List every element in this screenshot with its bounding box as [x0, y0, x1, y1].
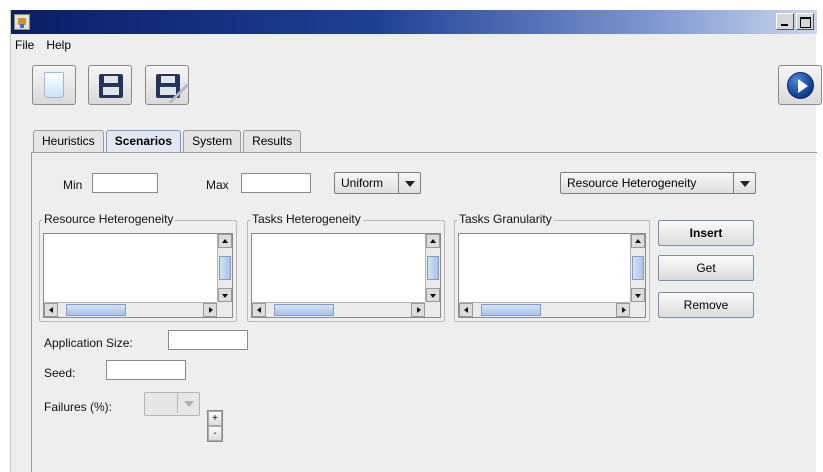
open-button[interactable]	[32, 65, 76, 105]
target-parameter-select[interactable]: Resource Heterogeneity	[560, 172, 756, 194]
minimize-button[interactable]	[776, 13, 794, 30]
seed-label: Seed:	[44, 366, 76, 380]
title-bar	[11, 10, 817, 34]
menu-file[interactable]: File	[15, 38, 34, 56]
app-icon	[14, 14, 30, 30]
increment-button[interactable]: +	[208, 411, 222, 426]
scroll-down-arrow-icon[interactable]	[426, 288, 440, 302]
scroll-right-arrow-icon[interactable]	[411, 303, 425, 317]
decrement-button[interactable]: -	[208, 426, 222, 441]
scroll-down-arrow-icon[interactable]	[631, 288, 645, 302]
tasks-heterogeneity-title: Tasks Heterogeneity	[250, 212, 363, 226]
scroll-thumb[interactable]	[274, 304, 334, 316]
scroll-up-arrow-icon[interactable]	[631, 234, 645, 248]
tasks-granularity-title: Tasks Granularity	[457, 212, 554, 226]
horizontal-scrollbar[interactable]	[252, 302, 425, 317]
tasks-granularity-group: Tasks Granularity	[454, 212, 650, 322]
failures-label: Failures (%):	[44, 400, 113, 414]
insert-button[interactable]: Insert	[658, 220, 754, 246]
scroll-down-arrow-icon[interactable]	[218, 288, 232, 302]
max-input[interactable]	[241, 173, 311, 193]
scroll-left-arrow-icon[interactable]	[252, 303, 266, 317]
failures-select[interactable]	[144, 392, 200, 416]
resource-heterogeneity-title: Resource Heterogeneity	[42, 212, 176, 226]
tasks-granularity-list[interactable]	[458, 233, 646, 318]
max-label: Max	[206, 178, 229, 192]
scroll-corner	[217, 302, 232, 317]
tab-heuristics[interactable]: Heuristics	[33, 130, 104, 152]
distribution-select-value: Uniform	[341, 176, 384, 190]
resource-heterogeneity-group: Resource Heterogeneity	[39, 212, 237, 322]
distribution-select[interactable]: Uniform	[334, 172, 421, 194]
menu-help[interactable]: Help	[46, 38, 71, 56]
scroll-right-arrow-icon[interactable]	[203, 303, 217, 317]
scroll-left-arrow-icon[interactable]	[44, 303, 58, 317]
run-button[interactable]	[778, 65, 822, 105]
vertical-scrollbar[interactable]	[217, 234, 232, 302]
scroll-corner	[630, 302, 645, 317]
scroll-thumb[interactable]	[219, 256, 231, 280]
vertical-scrollbar[interactable]	[425, 234, 440, 302]
horizontal-scrollbar[interactable]	[459, 302, 630, 317]
horizontal-scrollbar[interactable]	[44, 302, 217, 317]
min-label: Min	[63, 178, 83, 192]
tab-scenarios[interactable]: Scenarios	[105, 130, 182, 153]
min-input[interactable]	[92, 173, 158, 193]
open-file-icon	[44, 72, 64, 98]
scroll-thumb[interactable]	[66, 304, 126, 316]
application-size-label: Application Size:	[44, 336, 133, 350]
save-as-icon	[156, 74, 190, 104]
failures-spinner[interactable]: + -	[207, 410, 223, 442]
menu-bar: File Help	[11, 38, 71, 56]
vertical-scrollbar[interactable]	[630, 234, 645, 302]
tab-system[interactable]: System	[183, 130, 242, 152]
seed-input[interactable]	[106, 360, 186, 380]
scroll-right-arrow-icon[interactable]	[616, 303, 630, 317]
scroll-thumb[interactable]	[481, 304, 541, 316]
chevron-down-icon	[398, 173, 420, 193]
maximize-button[interactable]	[796, 13, 814, 30]
remove-button[interactable]: Remove	[658, 292, 754, 318]
scroll-corner	[425, 302, 440, 317]
save-icon	[99, 74, 123, 98]
scroll-up-arrow-icon[interactable]	[426, 234, 440, 248]
run-icon	[787, 72, 814, 99]
window-controls	[776, 13, 814, 30]
tab-results[interactable]: Results	[243, 130, 302, 152]
scroll-thumb[interactable]	[427, 256, 439, 280]
tab-bar: Heuristics Scenarios System Results	[33, 130, 303, 153]
application-window: File Help Heuristics Scenarios System Re…	[10, 10, 822, 472]
chevron-down-icon	[177, 393, 199, 413]
chevron-down-icon	[733, 173, 755, 193]
resource-heterogeneity-list[interactable]	[43, 233, 233, 318]
scroll-up-arrow-icon[interactable]	[218, 234, 232, 248]
tasks-heterogeneity-list[interactable]	[251, 233, 441, 318]
tasks-heterogeneity-group: Tasks Heterogeneity	[247, 212, 445, 322]
application-size-input[interactable]	[168, 330, 248, 350]
save-button[interactable]	[88, 65, 132, 105]
scroll-thumb[interactable]	[632, 256, 644, 280]
scroll-left-arrow-icon[interactable]	[459, 303, 473, 317]
target-parameter-value: Resource Heterogeneity	[567, 176, 697, 190]
get-button[interactable]: Get	[658, 255, 754, 281]
save-as-button[interactable]	[145, 65, 190, 105]
